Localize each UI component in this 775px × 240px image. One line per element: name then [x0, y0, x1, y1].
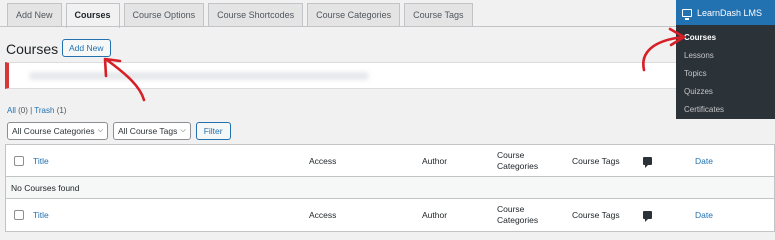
learndash-submenu: LearnDash LMS Courses Lessons Topics Qui…	[676, 0, 775, 119]
column-course-categories-footer: Course Categories	[497, 204, 539, 225]
empty-message: No Courses found	[11, 183, 80, 193]
column-title-footer[interactable]: Title	[33, 199, 49, 231]
view-filters: All (0) | Trash (1)	[7, 106, 66, 115]
column-access: Access	[309, 155, 337, 166]
admin-notice	[5, 62, 775, 89]
tabs-divider	[0, 26, 676, 27]
table-row: No Courses found	[6, 177, 774, 199]
column-access-footer: Access	[309, 209, 337, 220]
course-tag-select[interactable]: All Course Tags ⌵	[113, 122, 191, 140]
menu-item-lessons[interactable]: Lessons	[676, 47, 775, 65]
comment-bubble-icon	[643, 211, 652, 222]
view-trash-count: (1)	[56, 106, 67, 115]
tab-add-new[interactable]: Add New	[7, 3, 62, 27]
view-all-count: (0)	[18, 106, 28, 115]
view-trash-link[interactable]: Trash	[34, 106, 54, 115]
tab-course-tags[interactable]: Course Tags	[404, 3, 473, 27]
course-tag-value: All Course Tags	[118, 126, 178, 136]
filter-bar: All Course Categories ⌵ All Course Tags …	[7, 122, 231, 140]
tab-course-options[interactable]: Course Options	[123, 3, 205, 27]
course-category-value: All Course Categories	[12, 126, 95, 136]
monitor-icon	[682, 8, 692, 20]
comment-bubble-icon	[643, 157, 652, 168]
view-separator: |	[30, 106, 33, 115]
menu-item-topics[interactable]: Topics	[676, 65, 775, 83]
tab-course-categories[interactable]: Course Categories	[307, 3, 401, 27]
menu-item-courses[interactable]: Courses	[676, 29, 775, 47]
learndash-menu-header[interactable]: LearnDash LMS	[676, 0, 775, 25]
blurred-notice-text	[29, 72, 369, 80]
add-new-button[interactable]: Add New	[62, 39, 111, 57]
submenu-list: Courses Lessons Topics Quizzes Certifica…	[676, 25, 775, 119]
course-category-select[interactable]: All Course Categories ⌵	[7, 122, 108, 140]
column-date[interactable]: Date	[695, 145, 713, 177]
tab-courses[interactable]: Courses	[65, 3, 120, 28]
select-all-checkbox[interactable]	[14, 156, 24, 166]
chevron-down-icon: ⌵	[180, 127, 186, 134]
column-date-footer[interactable]: Date	[695, 199, 713, 231]
menu-item-quizzes[interactable]: Quizzes	[676, 83, 775, 101]
table-footer: Title Access Author Course Categories Co…	[6, 199, 774, 231]
column-course-tags-footer: Course Tags	[572, 209, 620, 220]
courses-table: Title Access Author Course Categories Co…	[5, 144, 775, 232]
tab-course-shortcodes[interactable]: Course Shortcodes	[208, 3, 304, 27]
menu-item-certificates[interactable]: Certificates	[676, 101, 775, 119]
column-title[interactable]: Title	[33, 145, 49, 177]
column-author-footer: Author	[422, 209, 448, 220]
learndash-menu-title: LearnDash LMS	[697, 7, 763, 18]
chevron-down-icon: ⌵	[97, 127, 103, 134]
view-all-link[interactable]: All	[7, 106, 16, 115]
column-course-tags: Course Tags	[572, 155, 620, 166]
table-header: Title Access Author Course Categories Co…	[6, 145, 774, 177]
select-all-checkbox-footer[interactable]	[14, 210, 24, 220]
course-tabs: Add New Courses Course Options Course Sh…	[7, 3, 473, 28]
comments-column-footer	[643, 199, 652, 231]
column-course-categories: Course Categories	[497, 150, 539, 171]
comments-column	[643, 145, 652, 177]
page-title: Courses	[6, 41, 59, 57]
column-author: Author	[422, 155, 448, 166]
filter-button[interactable]: Filter	[195, 122, 231, 140]
